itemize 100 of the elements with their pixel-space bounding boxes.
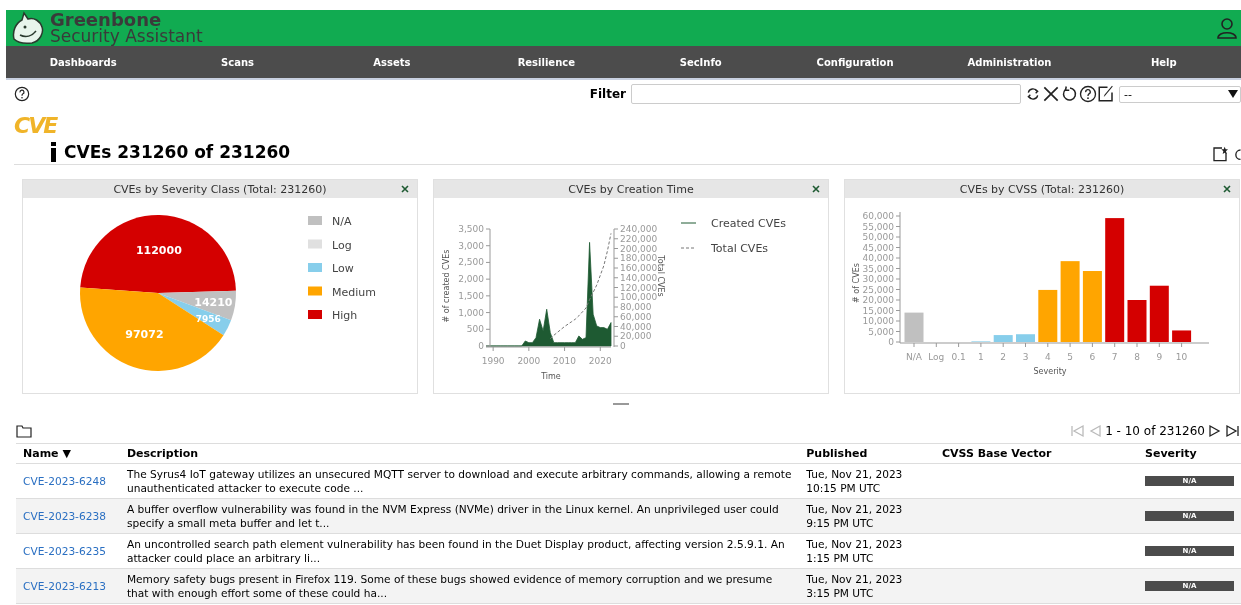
x-tick-label: Log <box>928 352 945 362</box>
y-tick-label: 10,000 <box>862 316 894 326</box>
published-cell: Tue, Nov 21, 2023 1:15 PM UTC <box>799 533 935 569</box>
close-icon[interactable] <box>401 185 409 193</box>
cve-link[interactable]: CVE-2023-6238 <box>23 510 106 522</box>
panel-title: CVEs by Creation Time <box>568 182 694 196</box>
dog-logo-icon <box>10 11 46 45</box>
filter-label: Filter <box>589 87 626 101</box>
legend-label: Total CVEs <box>711 242 769 255</box>
description-cell: A buffer overflow vulnerability was found in the NVM Express (NVMe) driver in the Linux kernel. An unprivileged user could specify a small meta buffer and let t... <box>119 498 800 534</box>
slice-label: 97072 <box>125 327 164 341</box>
y2-tick-label: 240,000 <box>620 224 658 234</box>
slice-label: 14210 <box>194 296 233 310</box>
legend-label: Medium <box>332 285 376 299</box>
y2-tick-label: 160,000 <box>620 263 658 273</box>
y2-tick-label: 180,000 <box>620 253 658 264</box>
x-tick-label: 2000 <box>517 356 541 366</box>
x-tick-label: 4 <box>1044 352 1051 362</box>
x-tick-label: 2 <box>1000 352 1007 362</box>
y-tick-label: 1,000 <box>458 307 484 318</box>
legend-label: Low <box>332 262 354 275</box>
filter-input[interactable] <box>631 84 1021 104</box>
page-title: CVEs 231260 of 231260 <box>64 142 291 162</box>
info-icon <box>50 142 58 162</box>
nav-item[interactable]: Assets <box>373 56 411 68</box>
nav-item[interactable]: Scans <box>221 56 255 68</box>
help-icon[interactable] <box>1079 85 1097 103</box>
y-tick-label: 0 <box>478 341 484 351</box>
legend-label: Created CVEs <box>711 217 786 230</box>
y-tick-label: 25,000 <box>862 284 894 295</box>
cve-link[interactable]: CVE-2023-6248 <box>23 475 106 487</box>
y2-tick-label: 200,000 <box>620 243 658 254</box>
x-tick-label: 7 <box>1111 352 1118 362</box>
cve-link[interactable]: CVE-2023-6213 <box>23 580 106 592</box>
product-name: Security Assistant <box>50 28 203 45</box>
y-axis-label: # of CVEs <box>852 263 861 303</box>
y2-tick-label: 20,000 <box>620 331 652 342</box>
new-note-icon[interactable] <box>1212 146 1228 162</box>
nav-item[interactable]: Resilience <box>517 56 575 68</box>
published-cell: Tue, Nov 21, 2023 10:15 PM UTC <box>799 463 935 499</box>
x-axis-label: Time <box>541 372 561 381</box>
cve-link[interactable]: CVE-2023-6235 <box>23 545 106 557</box>
y2-axis-label: Total CVEs <box>656 255 665 297</box>
y-tick-label: 35,000 <box>862 263 894 274</box>
folder-icon[interactable] <box>16 424 32 438</box>
nav-item[interactable]: Administration <box>967 56 1052 68</box>
x-tick-label: 2010 <box>553 356 576 366</box>
pagination-text: 1 - 10 of 231260 <box>1105 424 1205 438</box>
x-tick-label: 6 <box>1089 352 1096 362</box>
help-icon[interactable] <box>14 86 30 102</box>
close-icon[interactable] <box>812 185 820 193</box>
legend-label: High <box>332 309 358 322</box>
y-tick-label: 55,000 <box>862 221 894 232</box>
reset-icon[interactable] <box>1061 85 1079 103</box>
y2-tick-label: 80,000 <box>620 302 652 312</box>
legend-label: Log <box>332 238 352 252</box>
y-tick-label: 2,000 <box>458 274 484 285</box>
published-cell: Tue, Nov 21, 2023 3:15 PM UTC <box>799 568 935 604</box>
y-tick-label: 3,000 <box>458 240 484 251</box>
filter-select[interactable]: -- <box>1119 85 1241 103</box>
edit-icon[interactable] <box>1097 85 1115 103</box>
legend-line <box>680 247 697 249</box>
description-cell: The Syrus4 IoT gateway utilizes an unsecured MQTT server to download and execute arbitrary commands, allowing a remote unauthenticated attacker to execute code ... <box>119 463 800 499</box>
x-tick-label: 1 <box>978 352 984 362</box>
description-cell: Memory safety bugs present in Firefox 119. Some of these bugs showed evidence of memory corruption and we presume that with enough effort some of these could ha... <box>119 568 800 604</box>
y-tick-label: 5,000 <box>868 326 894 337</box>
column-header: Severity <box>1138 443 1241 464</box>
y-tick-label: 20,000 <box>862 295 894 305</box>
resize-handle[interactable] <box>612 403 629 405</box>
legend-line <box>680 222 697 224</box>
column-header: Description <box>119 443 800 464</box>
cve-logo: CVE <box>14 114 57 138</box>
y2-tick-label: 120,000 <box>620 282 658 293</box>
panel-title: CVEs by Severity Class (Total: 231260) <box>113 182 327 196</box>
x-tick-label: 9 <box>1156 352 1163 362</box>
y-tick-label: 15,000 <box>862 305 894 316</box>
nav-item[interactable]: Help <box>1150 56 1177 68</box>
y2-tick-label: 40,000 <box>620 321 652 332</box>
x-tick-label: 8 <box>1134 352 1140 362</box>
last-page-icon[interactable] <box>1225 423 1241 439</box>
x-tick-label: 0.1 <box>951 352 966 362</box>
description-cell: An uncontrolled search path element vulnerability has been found in the Duet Display product, affecting version 2.5.9.1. An attacker could place an arbitrary li... <box>119 533 800 569</box>
x-tick-label: 10 <box>1175 352 1188 362</box>
close-icon[interactable] <box>1223 185 1231 193</box>
refresh-icon[interactable] <box>1232 146 1241 162</box>
close-icon[interactable] <box>1041 84 1061 104</box>
nav-item[interactable]: Dashboards <box>49 56 117 68</box>
user-icon[interactable] <box>1217 17 1237 39</box>
nav-item[interactable]: SecInfo <box>679 56 722 68</box>
y-tick-label: 1,500 <box>458 290 484 301</box>
column-header[interactable]: Name ▼ <box>16 443 120 464</box>
column-header: Published <box>799 443 935 464</box>
x-tick-label: 2020 <box>588 356 612 366</box>
nav-item[interactable]: Configuration <box>816 56 894 68</box>
refresh-filter-icon[interactable] <box>1025 86 1041 102</box>
y2-tick-label: 0 <box>620 341 626 351</box>
y2-tick-label: 140,000 <box>620 272 658 283</box>
published-cell: Tue, Nov 21, 2023 9:15 PM UTC <box>799 498 935 534</box>
y-tick-label: 0 <box>888 337 894 347</box>
legend-label: N/A <box>332 215 352 228</box>
